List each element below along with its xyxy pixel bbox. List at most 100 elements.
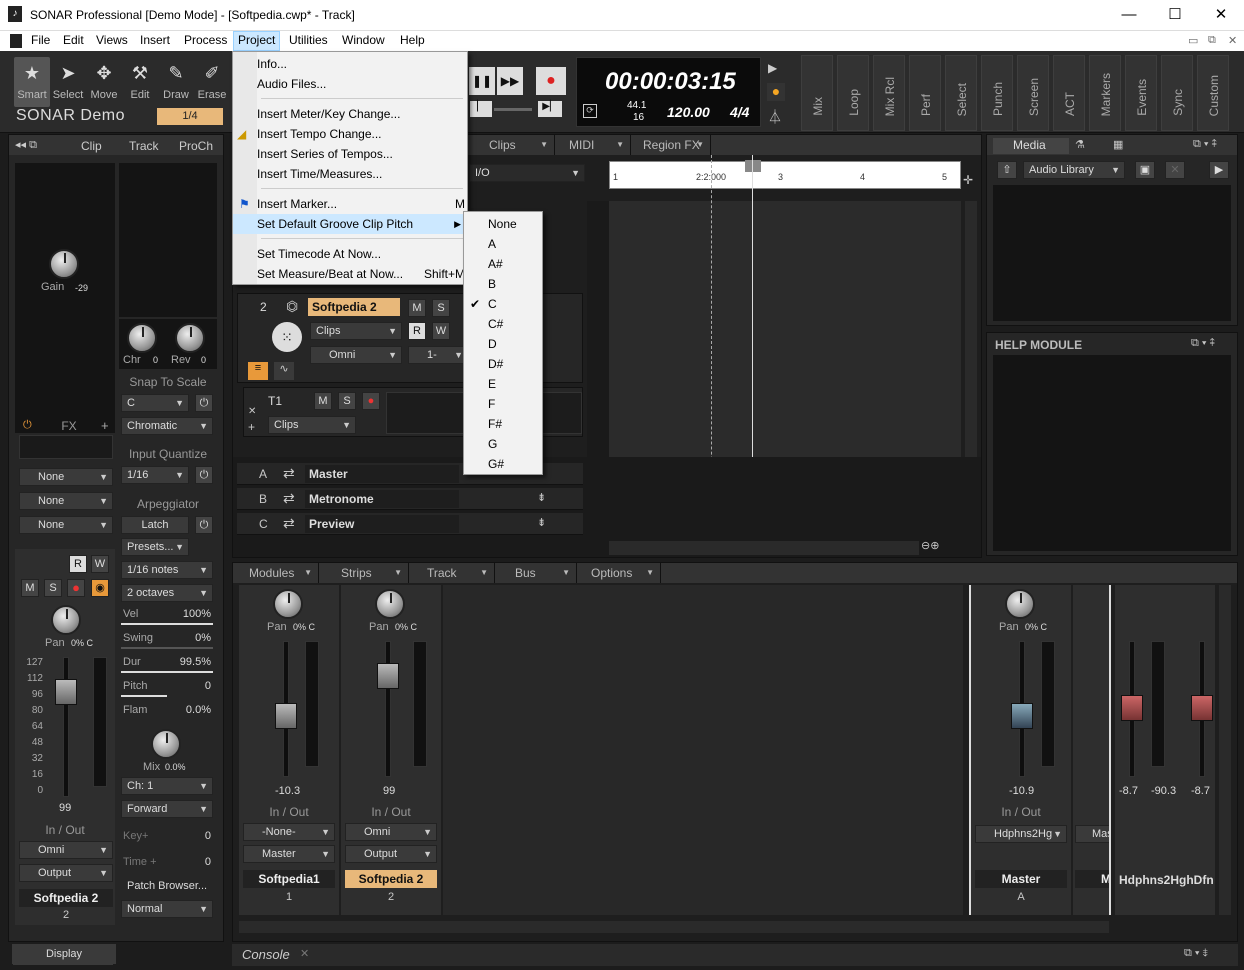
- console-tab[interactable]: Console: [242, 947, 290, 962]
- menu-file[interactable]: File: [31, 33, 50, 47]
- close-button[interactable]: ✕: [1198, 0, 1244, 30]
- tab-proch[interactable]: ProCh: [179, 139, 213, 153]
- fx-add-icon[interactable]: +: [101, 418, 109, 433]
- output-select[interactable]: Output: [345, 845, 437, 863]
- console-close-icon[interactable]: ✕: [300, 947, 309, 960]
- gain-knob[interactable]: [49, 249, 79, 279]
- volume-fader-handle[interactable]: [275, 703, 297, 729]
- vtab-sync[interactable]: Sync: [1161, 55, 1193, 131]
- menu-item-audio-files[interactable]: Audio Files...: [233, 74, 467, 94]
- play-small-icon[interactable]: ▶: [768, 61, 777, 75]
- arp-vel-slider[interactable]: Vel 100%: [121, 607, 213, 627]
- track-2-output-select[interactable]: 1-: [408, 346, 468, 364]
- io-select[interactable]: I/O: [469, 164, 585, 182]
- menu-item-info[interactable]: Info...: [233, 54, 467, 74]
- mute-button[interactable]: M: [21, 579, 39, 597]
- track-2-write[interactable]: W: [432, 322, 450, 340]
- console-h-scrollbar[interactable]: [239, 921, 1109, 933]
- track-expand-icon[interactable]: ≡: [248, 362, 268, 380]
- up-folder-icon[interactable]: ⇧: [997, 161, 1017, 179]
- arp-swing-slider[interactable]: Swing 0%: [121, 631, 213, 651]
- tab-track[interactable]: Track: [129, 139, 159, 153]
- menu-modules[interactable]: Modules: [239, 563, 319, 583]
- track-2-name[interactable]: Softpedia 2: [308, 298, 400, 316]
- panel-options-icon[interactable]: ⧉ ▾ ⇞: [1191, 337, 1215, 350]
- octaves-select[interactable]: 2 octaves: [121, 584, 213, 602]
- take-add-icon[interactable]: +: [248, 420, 255, 434]
- rewind-start-button[interactable]: ▏: [470, 101, 492, 117]
- menu-bus[interactable]: Bus: [505, 563, 577, 583]
- presets-select[interactable]: Presets...: [121, 538, 189, 556]
- track-2-mute[interactable]: M: [408, 299, 426, 317]
- maximize-button[interactable]: ☐: [1152, 0, 1198, 30]
- output-select[interactable]: Mas: [1075, 825, 1109, 843]
- panel-options-icon[interactable]: ⧉ ▾ ⇟: [1184, 947, 1208, 960]
- arm-button[interactable]: ●: [67, 579, 85, 597]
- menu-item-set-timecode[interactable]: Set Timecode At Now...: [233, 244, 467, 264]
- slot-2-select[interactable]: None: [19, 492, 113, 510]
- plugins-tab-icon[interactable]: ⚗: [1075, 138, 1085, 151]
- vtab-act[interactable]: ACT: [1053, 55, 1085, 131]
- pitch-f[interactable]: F: [464, 394, 542, 414]
- menu-options[interactable]: Options: [581, 563, 661, 583]
- time-readout[interactable]: 00:00:03:15: [605, 68, 736, 96]
- scale-type-select[interactable]: Chromatic: [121, 417, 213, 435]
- volume-fader-track[interactable]: [63, 657, 69, 797]
- clips-pane[interactable]: [609, 201, 961, 457]
- erase-tool[interactable]: ✐ Erase: [194, 57, 230, 107]
- slot-1-select[interactable]: None: [19, 468, 113, 486]
- direction-select[interactable]: Forward: [121, 800, 213, 818]
- snap-value[interactable]: 1/4: [157, 108, 223, 125]
- write-automation-button[interactable]: W: [91, 555, 109, 573]
- menu-item-insert-meter-key[interactable]: Insert Meter/Key Change...: [233, 104, 467, 124]
- loop-record-icon[interactable]: ●: [767, 83, 785, 101]
- select-tool[interactable]: ➤ Select: [50, 57, 86, 107]
- pitch-f-sharp[interactable]: F#: [464, 414, 542, 434]
- tempo-value[interactable]: 120.00: [667, 104, 710, 120]
- menu-item-insert-time-measures[interactable]: Insert Time/Measures...: [233, 164, 467, 184]
- track-2-solo[interactable]: S: [432, 299, 450, 317]
- vtab-punch[interactable]: Punch: [981, 55, 1013, 131]
- scale-power-button[interactable]: ⏻: [195, 394, 213, 412]
- take-mute[interactable]: M: [314, 392, 332, 410]
- expand-icon[interactable]: ⇟: [537, 516, 546, 529]
- pitch-a-sharp[interactable]: A#: [464, 254, 542, 274]
- key-offset-slider[interactable]: Key+ 0: [121, 829, 213, 847]
- menu-utilities[interactable]: Utilities: [289, 33, 328, 47]
- pitch-c[interactable]: ✔ C: [464, 294, 542, 314]
- strip-name[interactable]: Softpedia 2: [345, 870, 437, 888]
- take-close-icon[interactable]: ✕: [248, 406, 256, 417]
- input-select[interactable]: Omni: [19, 841, 113, 859]
- read-automation-button[interactable]: R: [69, 555, 87, 573]
- vtab-select[interactable]: Select: [945, 55, 977, 131]
- menu-midi[interactable]: MIDI: [559, 135, 631, 155]
- solo-button[interactable]: S: [44, 579, 62, 597]
- pitch-b[interactable]: B: [464, 274, 542, 294]
- reverb-knob[interactable]: [175, 323, 205, 353]
- now-marker[interactable]: [745, 160, 761, 172]
- arp-power-button[interactable]: ⏻: [195, 516, 213, 534]
- volume-fader-handle[interactable]: [377, 663, 399, 689]
- save-icon[interactable]: ▣: [1135, 161, 1155, 179]
- bus-preview-name[interactable]: Preview: [305, 515, 459, 533]
- chorus-knob[interactable]: [127, 323, 157, 353]
- iq-power-button[interactable]: ⏻: [195, 466, 213, 484]
- pitch-g[interactable]: G: [464, 434, 542, 454]
- strip-name[interactable]: Me: [1075, 870, 1109, 888]
- track-2-clips-select[interactable]: Clips: [310, 322, 402, 340]
- menu-item-set-groove-pitch[interactable]: Set Default Groove Clip Pitch ▶: [233, 214, 467, 234]
- meter-value[interactable]: 4/4: [730, 104, 749, 120]
- vtab-mix-rcl[interactable]: Mix Rcl: [873, 55, 905, 131]
- vtab-loop[interactable]: Loop: [837, 55, 869, 131]
- pitch-d-sharp[interactable]: D#: [464, 354, 542, 374]
- console-v-scrollbar[interactable]: [1219, 585, 1231, 915]
- vtab-screen[interactable]: Screen: [1017, 55, 1049, 131]
- panel-options-icon[interactable]: ⧉ ▾ ⇞: [1193, 138, 1217, 151]
- pitch-d[interactable]: D: [464, 334, 542, 354]
- menu-insert[interactable]: Insert: [140, 33, 170, 47]
- patch-browser-button[interactable]: Patch Browser...: [127, 880, 207, 892]
- ruler-add-icon[interactable]: ✛: [963, 173, 973, 187]
- latch-button[interactable]: Latch: [121, 516, 189, 534]
- output-select[interactable]: Master: [243, 845, 335, 863]
- mdi-restore[interactable]: ⧉: [1208, 34, 1216, 47]
